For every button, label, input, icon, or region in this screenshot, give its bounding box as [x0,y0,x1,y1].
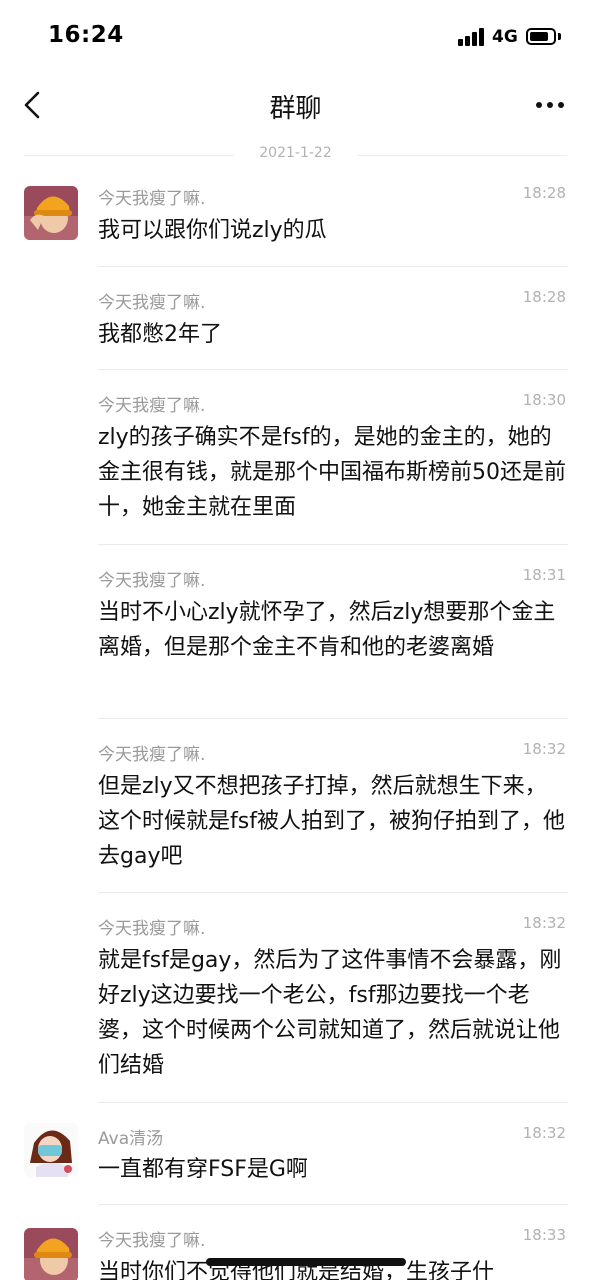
avatar[interactable] [24,1228,78,1280]
message-text: 但是zly又不想把孩子打掉，然后就想生下来，这个时候就是fsf被人拍到了，被狗仔… [98,774,565,869]
date-text: 2021-1-22 [259,145,332,161]
message-text: 我都憋2年了 [98,322,222,347]
sender-name: 今天我瘦了嘛. [98,293,206,313]
message-time: 18:28 [522,184,566,202]
status-bar: 16:24 4G [0,0,591,70]
message-time: 18:31 [522,566,566,584]
message-divider [98,1102,568,1103]
message-time: 18:28 [522,288,566,306]
avatar[interactable] [24,1123,78,1177]
sender-name: 今天我瘦了嘛. [98,1231,206,1251]
status-time: 16:24 [48,22,124,48]
message-time: 18:32 [522,914,566,932]
message-time: 18:33 [522,1226,566,1244]
sender-name: 今天我瘦了嘛. [98,745,206,765]
message-divider [98,892,568,893]
page-title: 群聊 [269,94,322,124]
chevron-left-icon[interactable] [18,88,50,122]
message-text: zly的孩子确实不是fsf的，是她的金主的，她的金主很有钱，就是那个中国福布斯榜… [98,425,566,520]
message-time: 18:32 [522,740,566,758]
sender-name: 今天我瘦了嘛. [98,571,206,591]
message-divider [98,544,568,545]
date-line-right [357,155,567,156]
message-time: 18:30 [522,391,566,409]
message-divider [98,369,568,370]
signal-icon [458,28,486,46]
message-divider [98,266,568,267]
message-time: 18:32 [522,1124,566,1142]
sender-name: 今天我瘦了嘛. [98,189,206,209]
message-text: 就是fsf是gay，然后为了这件事情不会暴露，刚好zly这边要找一个老公，fsf… [98,948,562,1078]
sender-name: Ava清汤 [98,1129,164,1149]
battery-tip [558,33,561,40]
message-text: 一直都有穿FSF是G啊 [98,1157,308,1182]
battery-icon [526,28,556,45]
message-text: 当时不小心zly就怀孕了，然后zly想要那个金主离婚，但是那个金主不肯和他的老婆… [98,600,556,660]
sender-name: 今天我瘦了嘛. [98,919,206,939]
message-divider [98,718,568,719]
home-indicator[interactable] [206,1258,406,1266]
message-text: 我可以跟你们说zly的瓜 [98,218,327,243]
network-label: 4G [492,27,518,47]
avatar[interactable] [24,186,78,240]
message-divider [98,1204,568,1205]
date-separator: 2021-1-22 [0,145,591,167]
nav-bar: 群聊 [0,70,591,140]
sender-name: 今天我瘦了嘛. [98,396,206,416]
more-icon[interactable] [530,92,570,116]
